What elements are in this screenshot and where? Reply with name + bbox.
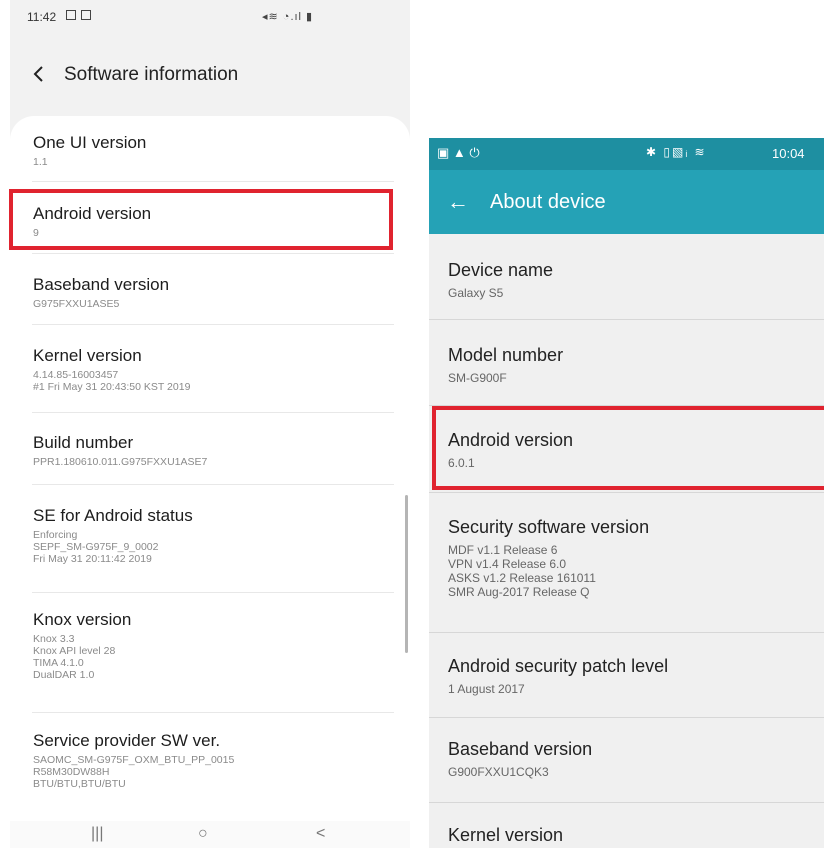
recents-icon[interactable]: ||| [91,825,103,843]
left-phone-screen: 11:42 ◂≋ ◔.ıl ▮ Software information One… [10,0,410,848]
divider [429,319,824,320]
divider [429,632,824,633]
system-status-icons: ◂≋ ◔.ıl ▮ [262,11,314,23]
highlight-box [9,189,393,250]
item-label: Knox version [33,610,132,629]
navigation-bar: ||| ○ < [10,821,410,848]
item-label: SE for Android status [33,506,193,525]
app-header: Software information [10,56,410,96]
item-label: Baseband version [33,275,170,294]
item-label: Device name [448,260,554,280]
app-bar: ← About device [429,170,824,234]
divider [429,802,824,803]
status-bar: 11:42 ◂≋ ◔.ıl ▮ [10,0,410,34]
list-item-build-number[interactable]: Build number PPR1.180610.011.G975FXXU1AS… [33,432,393,468]
back-arrow-icon[interactable]: ← [447,189,469,215]
item-value: Galaxy S5 [448,286,504,300]
app-icon [81,10,91,20]
item-label: Model number [448,345,564,365]
back-nav-icon[interactable]: < [316,825,325,843]
page-title: About device [490,191,606,213]
list-item-service-provider-sw[interactable]: Service provider SW ver. SAOMC_SM-G975F_… [33,730,393,790]
divider [32,181,394,182]
divider [429,492,824,493]
notification-icons: ▣ ▲ ⏻ [437,145,480,160]
divider [32,253,394,254]
status-time: 11:42 [27,10,57,24]
divider [32,712,394,713]
item-label: Service provider SW ver. [33,731,221,750]
home-icon[interactable]: ○ [198,825,208,843]
divider [32,592,394,593]
list-item-model-number[interactable]: Model number SM-G900F [448,344,808,385]
item-value: G975FXXU1ASE5 [33,298,120,310]
item-label: Baseband version [448,739,593,759]
item-value: G900FXXU1CQK3 [448,765,549,779]
item-label: Android security patch level [448,656,669,676]
item-value: Knox 3.3 Knox API level 28 TIMA 4.1.0 Du… [33,633,116,681]
item-value: Enforcing SEPF_SM-G975F_9_0002 Fri May 3… [33,529,159,565]
back-arrow-icon[interactable] [30,64,48,84]
list-item-se-android-status[interactable]: SE for Android status Enforcing SEPF_SM-… [33,505,393,565]
divider [32,324,394,325]
list-item-baseband-version[interactable]: Baseband version G900FXXU1CQK3 [448,738,808,779]
status-time: 10:04 [772,146,805,161]
divider [32,412,394,413]
list-item-kernel-version[interactable]: Kernel version 4.14.85-16003457 #1 Fri M… [33,345,393,393]
item-value: PPR1.180610.011.G975FXXU1ASE7 [33,456,208,468]
list-item-security-patch-level[interactable]: Android security patch level 1 August 20… [448,655,808,696]
highlight-box [432,406,824,490]
item-value: SM-G900F [448,371,507,385]
right-phone-screen: ▣ ▲ ⏻ ✱ ▯▧ᵢ ≋ 10:04 ← About device Devic… [429,138,824,848]
notification-icons [66,10,91,20]
status-bar: ▣ ▲ ⏻ ✱ ▯▧ᵢ ≋ 10:04 [429,138,824,170]
item-value: MDF v1.1 Release 6 VPN v1.4 Release 6.0 … [448,543,596,599]
list-item-knox-version[interactable]: Knox version Knox 3.3 Knox API level 28 … [33,609,393,681]
item-value: SAOMC_SM-G975F_OXM_BTU_PP_0015 R58M30DW8… [33,754,235,790]
divider [32,484,394,485]
list-item-baseband-version[interactable]: Baseband version G975FXXU1ASE5 [33,274,393,310]
system-status-icons: ✱ ▯▧ᵢ ≋ [646,145,707,159]
page-title: Software information [64,64,239,85]
list-item-device-name[interactable]: Device name Galaxy S5 [448,259,808,300]
item-label: Kernel version [448,825,564,845]
item-label: Kernel version [33,346,142,365]
item-value: 1 August 2017 [448,682,525,696]
list-item-security-software-version[interactable]: Security software version MDF v1.1 Relea… [448,516,808,599]
item-label: One UI version [33,133,147,152]
gallery-icon [66,10,76,20]
divider [429,717,824,718]
item-value: 1.1 [33,156,48,168]
item-label: Security software version [448,517,650,537]
list-item-one-ui-version[interactable]: One UI version 1.1 [33,132,393,168]
list-item-kernel-version[interactable]: Kernel version [448,824,808,846]
item-value: 4.14.85-16003457 #1 Fri May 31 20:43:50 … [33,369,191,393]
item-label: Build number [33,433,134,452]
scrollbar[interactable] [405,495,408,653]
